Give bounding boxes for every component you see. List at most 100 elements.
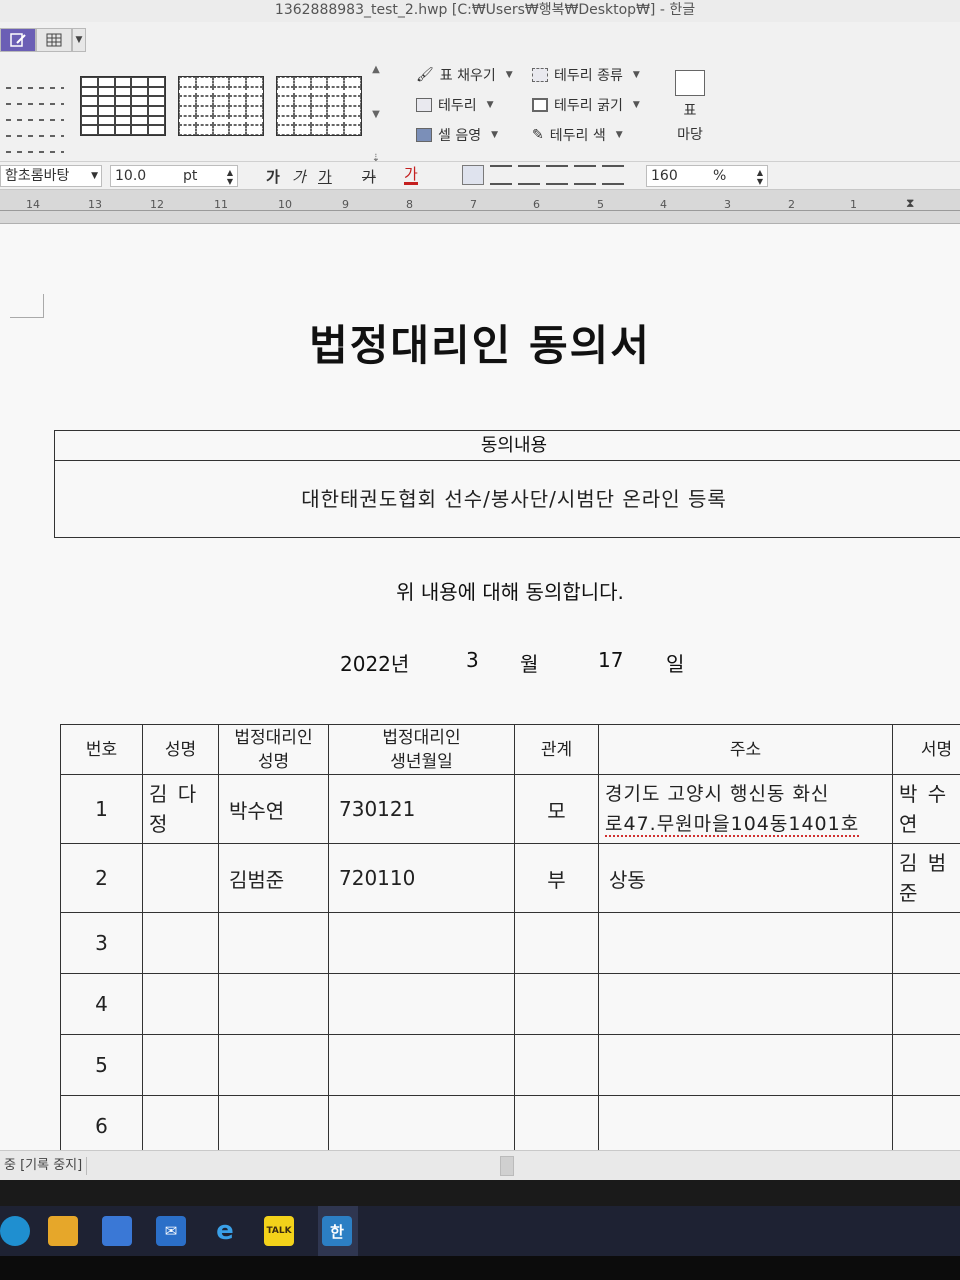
cell-sign[interactable]: 김 범 준: [892, 843, 960, 913]
border-style-group: 테두리 종류 ▼ 테두리 굵기 ▼ ✎ 테두리 색 ▼: [532, 66, 640, 144]
align-center-icon[interactable]: [518, 165, 540, 185]
table-style-3[interactable]: [276, 76, 362, 136]
chevron-down-icon[interactable]: ▼: [616, 130, 623, 140]
border-button[interactable]: 테두리 ▼: [416, 96, 513, 114]
ruler-baseline: [0, 210, 960, 211]
chevron-down-icon[interactable]: ▼: [633, 100, 640, 110]
border-color-button[interactable]: ✎ 테두리 색 ▼: [532, 126, 640, 144]
horizontal-scrollbar[interactable]: [500, 1156, 514, 1176]
cell-address[interactable]: [598, 973, 893, 1035]
document-page[interactable]: 법정대리인 동의서 동의내용 대한태권도협회 선수/봉사단/시범단 온라인 등록…: [0, 224, 960, 1150]
ruler-tick: 13: [88, 198, 102, 211]
underline-button[interactable]: 가: [318, 166, 332, 187]
cell-sign[interactable]: 박 수 연: [892, 774, 960, 844]
cell-shade-button[interactable]: 셀 음영 ▼: [416, 126, 513, 144]
horizontal-ruler[interactable]: 14 13 12 11 10 9 8 7 6 5 4 3 2 1 ⧗: [0, 190, 960, 224]
spin-icon[interactable]: ▲ ▼: [227, 168, 233, 186]
edge-browser-icon[interactable]: [0, 1216, 30, 1246]
hangul-icon[interactable]: 한: [322, 1216, 352, 1246]
cell-address[interactable]: [598, 1095, 893, 1150]
cell-birth[interactable]: [328, 973, 515, 1035]
chevron-up-icon[interactable]: ▲: [372, 64, 380, 75]
border-type-button[interactable]: 테두리 종류 ▼: [532, 66, 640, 84]
cell-relation[interactable]: 부: [514, 843, 599, 913]
internet-explorer-icon[interactable]: e: [210, 1216, 240, 1246]
ruler-tick: 3: [724, 198, 731, 211]
align-divide-icon[interactable]: [602, 165, 624, 185]
cell-name[interactable]: [142, 843, 219, 913]
file-explorer-icon[interactable]: [48, 1216, 78, 1246]
cell-name[interactable]: [142, 973, 219, 1035]
chevron-down-icon[interactable]: ▼: [506, 70, 513, 80]
cell-relation[interactable]: [514, 1034, 599, 1096]
cell-relation[interactable]: [514, 1095, 599, 1150]
edit-mode-tab[interactable]: [0, 28, 36, 52]
cell-birth[interactable]: 730121: [328, 774, 515, 844]
cell-address[interactable]: 상동: [598, 843, 893, 913]
table-view-tab[interactable]: [36, 28, 72, 52]
cell-name[interactable]: [142, 1034, 219, 1096]
chevron-down-icon[interactable]: ▼: [487, 100, 494, 110]
cell-guardian[interactable]: [218, 912, 329, 974]
chevron-down-icon[interactable]: ▼: [491, 130, 498, 140]
cell-birth[interactable]: [328, 1095, 515, 1150]
cell-guardian[interactable]: 김범준: [218, 843, 329, 913]
mini-tab-strip: ▼: [0, 28, 86, 52]
cell-name[interactable]: [142, 912, 219, 974]
cell-no[interactable]: 4: [60, 973, 143, 1035]
indent-marker-icon[interactable]: ⧗: [906, 196, 914, 211]
chevron-down-icon[interactable]: ▼: [72, 28, 86, 52]
cell-birth[interactable]: [328, 1034, 515, 1096]
line-style-gallery[interactable]: [4, 80, 66, 156]
store-icon[interactable]: [102, 1216, 132, 1246]
bold-button[interactable]: 가: [266, 166, 280, 187]
align-distribute-icon[interactable]: [574, 165, 596, 185]
chevron-down-icon[interactable]: ▼: [633, 70, 640, 80]
chevron-down-icon[interactable]: ▼: [91, 166, 98, 186]
font-name-select[interactable]: 함초롬바탕 ▼: [0, 165, 102, 187]
cell-address[interactable]: [598, 912, 893, 974]
cell-sign[interactable]: [892, 912, 960, 974]
mail-icon[interactable]: ✉: [156, 1216, 186, 1246]
table-margin-button[interactable]: 표 마당: [668, 70, 712, 160]
cell-no[interactable]: 1: [60, 774, 143, 844]
font-color-button[interactable]: 가: [404, 166, 418, 185]
cell-birth[interactable]: 720110: [328, 843, 515, 913]
align-justify-icon[interactable]: [462, 165, 484, 185]
cell-guardian[interactable]: [218, 1095, 329, 1150]
font-size-input[interactable]: 10.0 pt ▲ ▼: [110, 165, 238, 187]
cell-no[interactable]: 6: [60, 1095, 143, 1150]
header-relation: 관계: [514, 724, 599, 775]
italic-button[interactable]: 가: [292, 166, 306, 187]
table-style-1[interactable]: [80, 76, 166, 136]
cell-no[interactable]: 3: [60, 912, 143, 974]
cell-address[interactable]: 경기도 고양시 행신동 화신 로47.무원마을104동1401호: [598, 774, 893, 844]
gallery-scroll[interactable]: ▲ ▼ ⇣: [370, 64, 382, 164]
cell-guardian[interactable]: [218, 1034, 329, 1096]
cell-guardian[interactable]: [218, 973, 329, 1035]
table-fill-button[interactable]: 🖌 표 채우기 ▼: [416, 66, 513, 84]
cell-relation[interactable]: [514, 973, 599, 1035]
cell-sign[interactable]: [892, 973, 960, 1035]
cell-sign[interactable]: [892, 1034, 960, 1096]
cell-relation[interactable]: 모: [514, 774, 599, 844]
align-right-icon[interactable]: [546, 165, 568, 185]
align-left-icon[interactable]: [490, 165, 512, 185]
screen-bezel: [0, 1256, 960, 1280]
cell-name[interactable]: 김 다 정: [142, 774, 219, 844]
border-width-button[interactable]: 테두리 굵기 ▼: [532, 96, 640, 114]
kakaotalk-icon[interactable]: TALK: [264, 1216, 294, 1246]
strike-button[interactable]: 가: [362, 166, 376, 187]
cell-guardian[interactable]: 박수연: [218, 774, 329, 844]
cell-no[interactable]: 5: [60, 1034, 143, 1096]
line-spacing-input[interactable]: 160 % ▲ ▼: [646, 165, 768, 187]
spin-icon[interactable]: ▲ ▼: [757, 168, 763, 186]
cell-no[interactable]: 2: [60, 843, 143, 913]
table-style-2[interactable]: [178, 76, 264, 136]
cell-sign[interactable]: [892, 1095, 960, 1150]
cell-birth[interactable]: [328, 912, 515, 974]
cell-relation[interactable]: [514, 912, 599, 974]
cell-address[interactable]: [598, 1034, 893, 1096]
cell-name[interactable]: [142, 1095, 219, 1150]
chevron-down-icon[interactable]: ▼: [372, 109, 380, 120]
